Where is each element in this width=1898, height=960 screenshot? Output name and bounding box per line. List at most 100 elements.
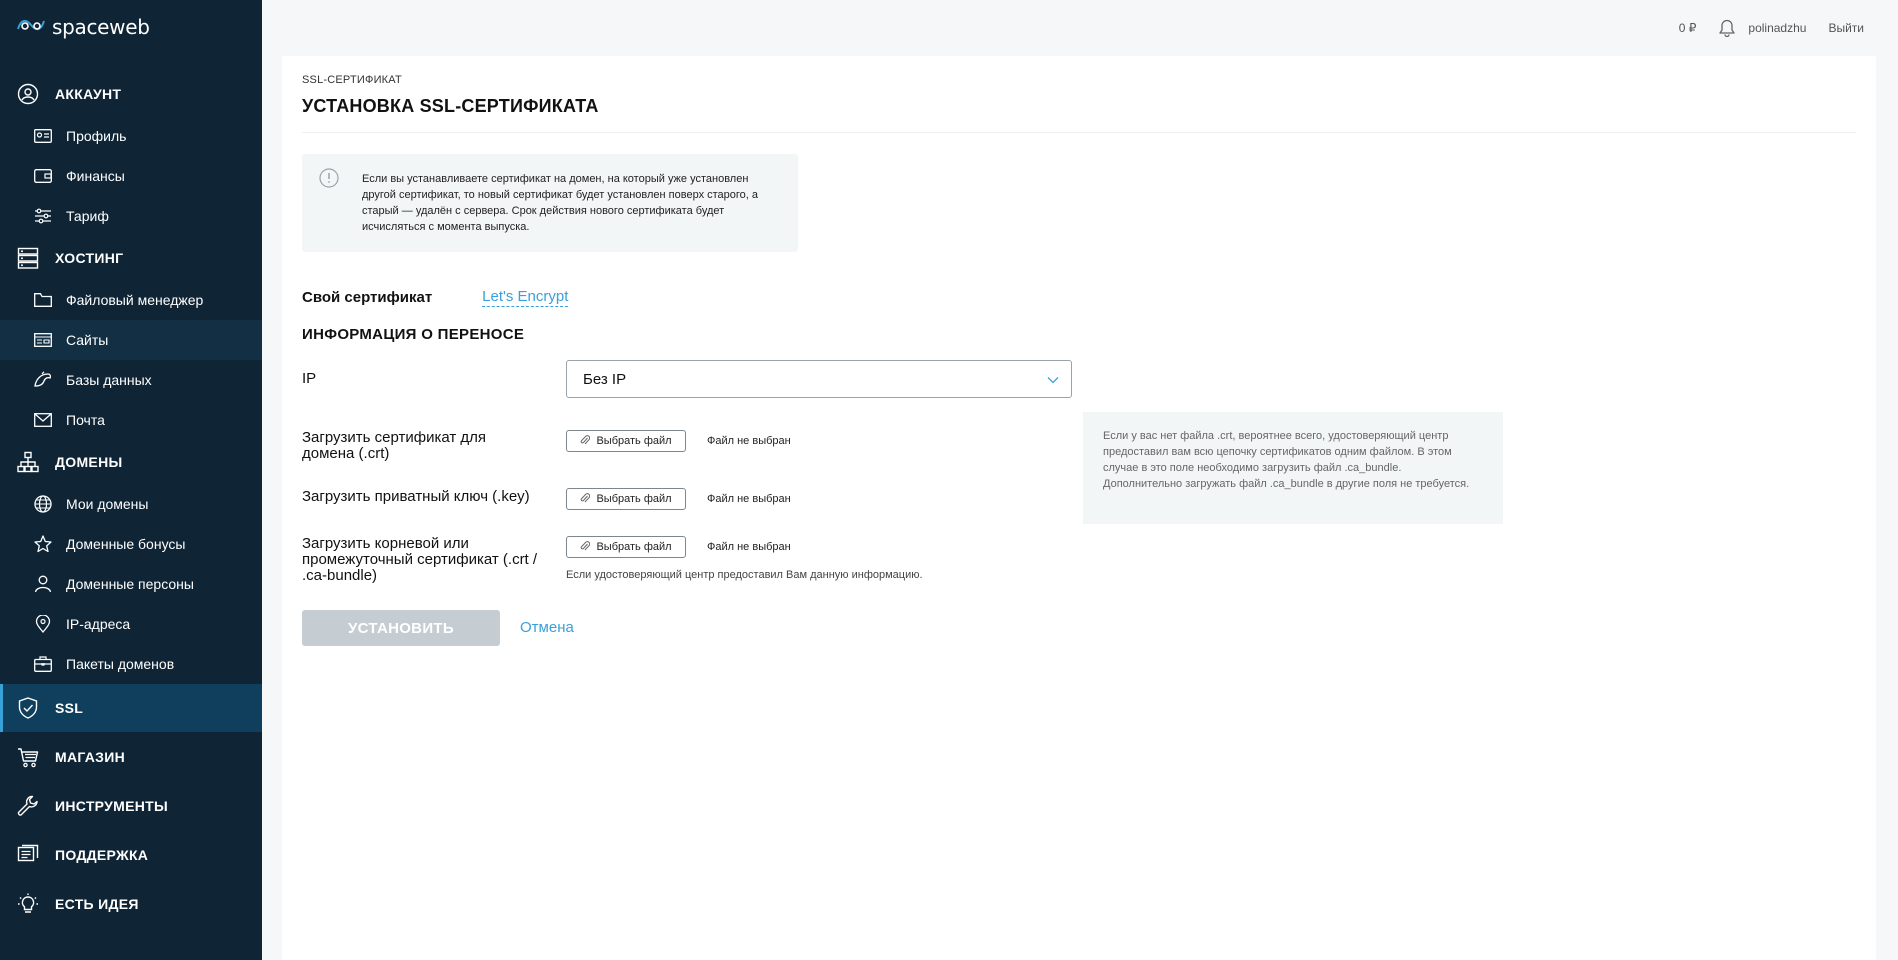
sidebar-section-label: ПОДДЕРЖКА [55, 846, 149, 863]
sidebar-nav: АККАУНТ Профиль Финансы Тариф ХОСТИНГ Фа… [0, 72, 262, 928]
sidebar-item-mail[interactable]: Почта [0, 400, 262, 440]
upload-key-label: Загрузить приватный ключ (.key) [302, 488, 530, 505]
paperclip-icon [580, 492, 591, 507]
bell-icon[interactable] [1718, 19, 1736, 37]
upload-crt-button[interactable]: Выбрать файл [566, 430, 686, 452]
sidebar-section-domains[interactable]: ДОМЕНЫ [0, 440, 262, 484]
sidebar-section-account[interactable]: АККАУНТ [0, 72, 262, 116]
sidebar-item-label: Тариф [66, 208, 109, 224]
ip-select[interactable]: Без IP [566, 360, 1072, 398]
sidebar-item-label: Базы данных [66, 372, 152, 388]
sidebar-section-label: ХОСТИНГ [55, 250, 124, 266]
sidebar-section-support[interactable]: ПОДДЕРЖКА [0, 830, 262, 879]
install-button[interactable]: УСТАНОВИТЬ [302, 610, 500, 646]
sidebar-item-label: Пакеты доменов [66, 656, 175, 672]
sidebar-item-finance[interactable]: Финансы [0, 156, 262, 196]
sidebar-item-tariff[interactable]: Тариф [0, 196, 262, 236]
certificate-tabs: Свой сертификат Let's Encrypt [302, 288, 569, 307]
breadcrumb[interactable]: SSL-СЕРТИФИКАТ [302, 74, 402, 86]
sidebar-item-label: IP-адреса [66, 616, 131, 632]
chat-icon [16, 843, 40, 867]
user-circle-icon [16, 82, 40, 106]
ca-bundle-hint: Если у вас нет файла .crt, вероятнее все… [1083, 412, 1503, 524]
upload-bundle-status: Файл не выбран [707, 541, 791, 553]
sidebar-section-tools[interactable]: ИНСТРУМЕНТЫ [0, 781, 262, 830]
lightbulb-icon [16, 892, 40, 916]
sidebar-section-hosting[interactable]: ХОСТИНГ [0, 236, 262, 280]
sidebar-item-label: Профиль [66, 128, 127, 144]
logo[interactable]: spaceweb [16, 14, 150, 40]
cancel-button[interactable]: Отмена [520, 619, 574, 636]
sidebar-item-domain-persons[interactable]: Доменные персоны [0, 564, 262, 604]
sidebar-section-label: МАГАЗИН [55, 748, 125, 765]
balance[interactable]: 0 ₽ [1679, 21, 1697, 35]
sidebar-item-ip-addresses[interactable]: IP-адреса [0, 604, 262, 644]
user-menu[interactable]: polinadzhu [1718, 19, 1806, 37]
briefcase-icon [33, 654, 53, 674]
sidebar-item-file-manager[interactable]: Файловый менеджер [0, 280, 262, 320]
sidebar-item-label: Почта [66, 412, 105, 428]
sidebar-item-label: Файловый менеджер [66, 292, 204, 308]
sidebar-section-shop[interactable]: МАГАЗИН [0, 732, 262, 781]
browser-window-icon [33, 330, 53, 350]
page-title: УСТАНОВКА SSL-СЕРТИФИКАТА [302, 96, 599, 116]
upload-bundle-button-label: Выбрать файл [596, 541, 672, 553]
sidebar-section-idea[interactable]: ЕСТЬ ИДЕЯ [0, 879, 262, 928]
cart-icon [16, 745, 40, 769]
sidebar-section-label: ДОМЕНЫ [55, 454, 123, 470]
sidebar-section-label: ЕСТЬ ИДЕЯ [55, 895, 139, 912]
upload-key-button-label: Выбрать файл [596, 493, 672, 505]
map-pin-icon [33, 614, 53, 634]
wrench-icon [16, 794, 40, 818]
upload-bundle-hint: Если удостоверяющий центр предоставил Ва… [566, 569, 923, 581]
sidebar-section-label: АККАУНТ [55, 86, 122, 102]
tab-lets-encrypt[interactable]: Let's Encrypt [482, 288, 569, 307]
top-bar: 0 ₽ polinadzhu Выйти [262, 0, 1898, 56]
ip-select-value: Без IP [583, 370, 627, 388]
sidebar-item-label: Сайты [66, 332, 109, 348]
upload-bundle-label: Загрузить корневой или промежуточный сер… [302, 535, 538, 584]
sidebar-item-databases[interactable]: Базы данных [0, 360, 262, 400]
sidebar-item-profile[interactable]: Профиль [0, 116, 262, 156]
chevron-down-icon [1047, 371, 1059, 388]
sidebar-section-label: ИНСТРУМЕНТЫ [55, 797, 169, 814]
sidebar-item-label: Доменные персоны [66, 576, 194, 592]
sidebar-section-label: SSL [55, 700, 84, 716]
upload-crt-status: Файл не выбран [707, 435, 791, 447]
upload-key-button[interactable]: Выбрать файл [566, 488, 686, 510]
section-title: ИНФОРМАЦИЯ О ПЕРЕНОСЕ [302, 326, 525, 343]
sidebar-item-domain-packages[interactable]: Пакеты доменов [0, 644, 262, 684]
tab-own-certificate[interactable]: Свой сертификат [302, 289, 432, 306]
shield-check-icon [16, 696, 40, 720]
upload-crt-label: Загрузить сертификат для домена (.crt) [302, 429, 487, 462]
globe-icon [33, 494, 53, 514]
sliders-icon [33, 206, 53, 226]
sidebar-item-my-domains[interactable]: Мои домены [0, 484, 262, 524]
sidebar-item-sites[interactable]: Сайты [0, 320, 262, 360]
sidebar-item-label: Финансы [66, 168, 125, 184]
logo-text: spaceweb [52, 15, 150, 39]
username: polinadzhu [1748, 21, 1807, 35]
upload-key-status: Файл не выбран [707, 493, 791, 505]
sidebar-item-label: Доменные бонусы [66, 536, 186, 552]
folder-icon [33, 290, 53, 310]
notice-text: Если вы устанавливаете сертификат на дом… [362, 173, 759, 233]
sitemap-icon [16, 450, 40, 474]
sidebar-item-domain-bonuses[interactable]: Доменные бонусы [0, 524, 262, 564]
info-notice: Если вы устанавливаете сертификат на дом… [302, 154, 798, 252]
main-content: SSL-СЕРТИФИКАТ УСТАНОВКА SSL-СЕРТИФИКАТА… [282, 56, 1876, 960]
logout-link[interactable]: Выйти [1828, 21, 1864, 35]
wallet-icon [33, 166, 53, 186]
upload-crt-button-label: Выбрать файл [596, 435, 672, 447]
paperclip-icon [580, 540, 591, 555]
paperclip-icon [580, 434, 591, 449]
id-card-icon [33, 126, 53, 146]
spaceweb-logo-icon [16, 15, 46, 40]
sidebar-section-ssl[interactable]: SSL [0, 684, 262, 732]
person-icon [33, 574, 53, 594]
envelope-icon [33, 410, 53, 430]
star-icon [33, 534, 53, 554]
upload-bundle-button[interactable]: Выбрать файл [566, 536, 686, 558]
ip-label: IP [302, 370, 317, 387]
exclamation-circle-icon [319, 168, 339, 193]
